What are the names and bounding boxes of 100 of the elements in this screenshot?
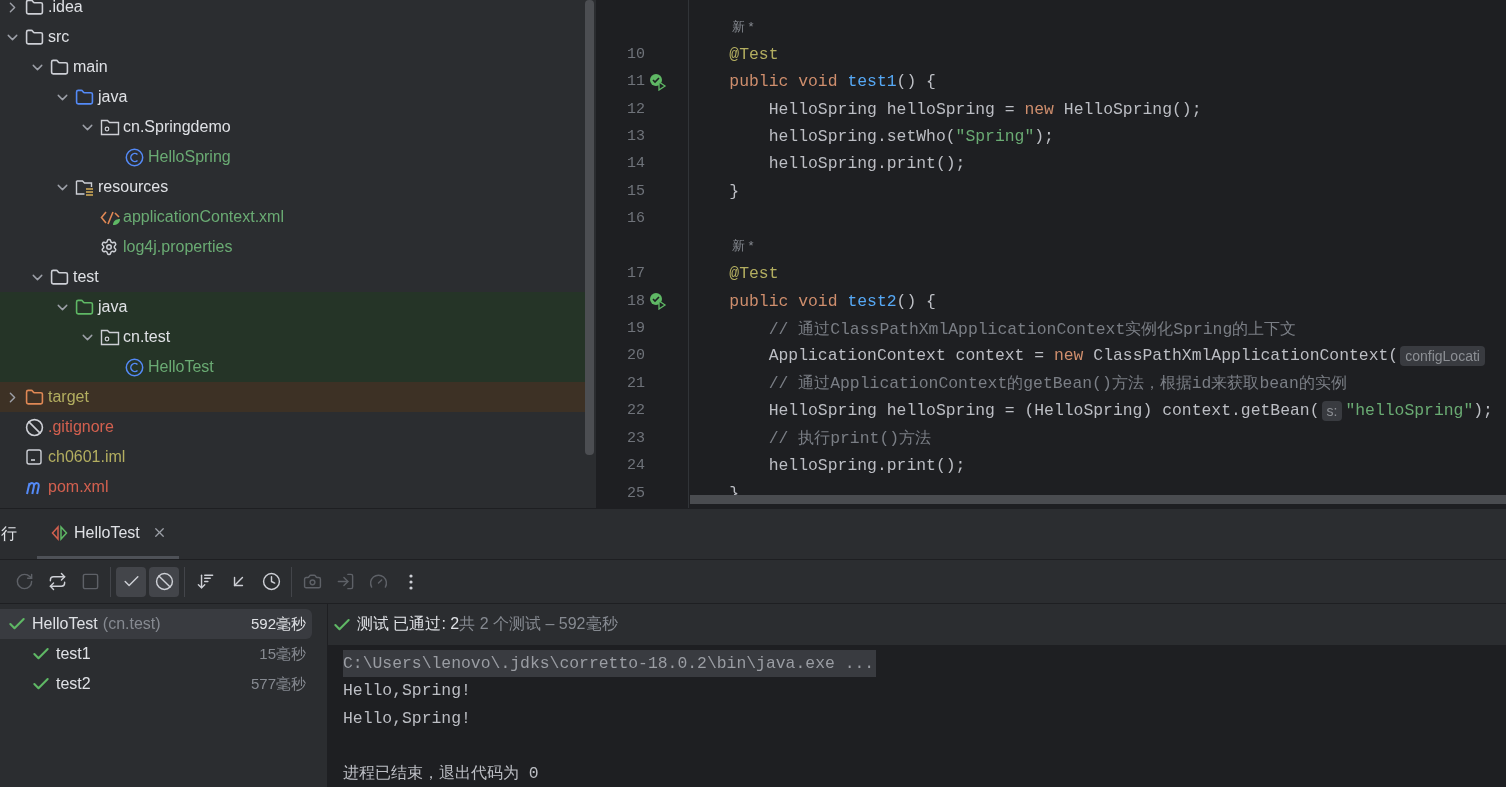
- line-number: 13: [626, 127, 645, 145]
- class-icon: [125, 147, 144, 167]
- toolbar-button[interactable]: [116, 566, 146, 597]
- scrollbar[interactable]: [690, 495, 1506, 504]
- folder-icon: [25, 0, 44, 17]
- package-icon: [100, 118, 120, 136]
- tree-item[interactable]: java: [98, 88, 128, 106]
- line-number: 21: [626, 374, 645, 392]
- line-number: 23: [626, 429, 645, 447]
- code-line: HelloSpring helloSpring = (HelloSpring) context.getBean( s: "helloSpring");: [767, 400, 1493, 421]
- code-line: public void test2() {: [728, 291, 936, 311]
- folder-icon: [25, 27, 44, 47]
- console-line: Hello,Spring!: [343, 680, 471, 703]
- test-summary: 共 2 个测试 – 592毫秒: [459, 614, 618, 634]
- module-file-icon: [25, 448, 43, 466]
- scrollbar[interactable]: [585, 0, 594, 455]
- tree-item[interactable]: .idea: [48, 0, 83, 16]
- tree-item[interactable]: src: [48, 28, 70, 46]
- code-line: // 通过ApplicationContext的getBean()方法，根据id来获取bean的实例: [767, 373, 1347, 395]
- ban-icon: [154, 572, 174, 591]
- code-line: }: [728, 181, 740, 201]
- tree-item[interactable]: applicationContext.xml: [123, 208, 284, 226]
- tree-item[interactable]: resources: [98, 178, 169, 196]
- author-hint[interactable]: 新 *: [732, 17, 754, 36]
- line-number: 17: [626, 265, 645, 283]
- stop-icon: [80, 572, 100, 591]
- tree-item[interactable]: test: [73, 268, 99, 286]
- highlighted-tree-row[interactable]: java: [0, 292, 585, 322]
- code-line: helloSpring.setWho("Spring");: [767, 126, 1054, 146]
- folder-icon: [75, 87, 94, 107]
- tree-item[interactable]: HelloSpring: [148, 148, 231, 166]
- line-number: 12: [626, 100, 645, 118]
- folder-icon: [50, 57, 69, 77]
- tree-item[interactable]: java: [98, 298, 128, 316]
- line-number: 22: [626, 402, 645, 420]
- test-row[interactable]: test2 577毫秒: [0, 669, 312, 699]
- test-result: 测试 已通过: 2: [357, 614, 460, 634]
- code-line: @Test: [728, 264, 779, 284]
- line-number: 19: [626, 320, 645, 338]
- console-line: 进程已结束，退出代码为 0: [343, 762, 539, 785]
- code-line: helloSpring.print();: [767, 154, 966, 174]
- tree-item[interactable]: .gitignore: [48, 418, 114, 436]
- folder-icon: [50, 267, 69, 287]
- test-duration: 15毫秒: [259, 644, 306, 664]
- code-line: HelloSpring helloSpring = new HelloSpring();: [767, 99, 1202, 119]
- sort-icon: [195, 572, 215, 591]
- panel-title: 行: [1, 523, 17, 544]
- tree-item[interactable]: target: [48, 388, 89, 406]
- folder-icon: [25, 387, 44, 407]
- code-line: // 执行print()方法: [767, 428, 932, 450]
- line-number: 16: [626, 210, 645, 228]
- clock-icon: [261, 572, 281, 591]
- line-number: 24: [626, 457, 645, 475]
- test-duration: 577毫秒: [250, 674, 306, 694]
- settings-icon: [100, 238, 118, 256]
- test-name: test2: [56, 675, 91, 693]
- line-number: 18: [626, 292, 645, 310]
- code-line: // 通过ClassPathXmlApplicationContext实例化Spring的上下文: [767, 318, 1297, 340]
- line-number: 11: [626, 73, 645, 91]
- rerun-failed-icon: [47, 572, 67, 591]
- line-number: 25: [626, 484, 645, 502]
- code-line: helloSpring.print();: [767, 456, 966, 476]
- package-icon: [100, 328, 120, 346]
- author-hint[interactable]: 新 *: [732, 237, 754, 256]
- run-tab[interactable]: HelloTest: [37, 509, 179, 559]
- console-line: Hello,Spring!: [343, 707, 471, 730]
- test-row[interactable]: HelloTest (cn.test) 592毫秒: [0, 609, 312, 639]
- tree-item[interactable]: pom.xml: [48, 478, 109, 496]
- test-name: HelloTest: [32, 615, 98, 633]
- highlighted-tree-row[interactable]: cn.test: [0, 322, 585, 352]
- line-number: 15: [626, 182, 645, 200]
- code-line: public void test1() {: [728, 72, 936, 92]
- line-number: 20: [626, 347, 645, 365]
- code-line: ApplicationContext context = new ClassPathXmlApplicationContext( configLocati: [690, 345, 1488, 366]
- tree-item[interactable]: cn.test: [123, 328, 171, 346]
- tree-item[interactable]: cn.Springdemo: [123, 118, 231, 136]
- tree-item[interactable]: HelloTest: [148, 358, 214, 376]
- toolbar-button[interactable]: [149, 566, 179, 597]
- line-number: 14: [626, 155, 645, 173]
- test-run-icon: [51, 524, 68, 541]
- highlighted-tree-row[interactable]: target: [0, 382, 585, 412]
- code-line: @Test: [728, 44, 779, 64]
- test-duration: 592毫秒: [250, 614, 306, 634]
- test-row[interactable]: test1 15毫秒: [0, 639, 312, 669]
- folder-icon: [75, 297, 94, 317]
- test-package: (cn.test): [102, 615, 161, 633]
- import-icon: [335, 572, 355, 591]
- gauge-icon: [368, 572, 388, 591]
- ban-icon: [25, 417, 44, 437]
- more-icon: [409, 573, 413, 590]
- class-icon: [125, 357, 144, 377]
- camera-icon: [302, 572, 322, 591]
- test-name: test1: [56, 645, 91, 663]
- line-number: 10: [626, 45, 645, 63]
- resource-folder-icon: [75, 177, 95, 197]
- tree-item[interactable]: log4j.properties: [123, 238, 233, 256]
- highlighted-tree-row[interactable]: HelloTest: [0, 352, 585, 382]
- rerun-icon: [14, 572, 34, 591]
- tree-item[interactable]: main: [73, 58, 108, 76]
- tree-item[interactable]: ch0601.iml: [48, 448, 126, 466]
